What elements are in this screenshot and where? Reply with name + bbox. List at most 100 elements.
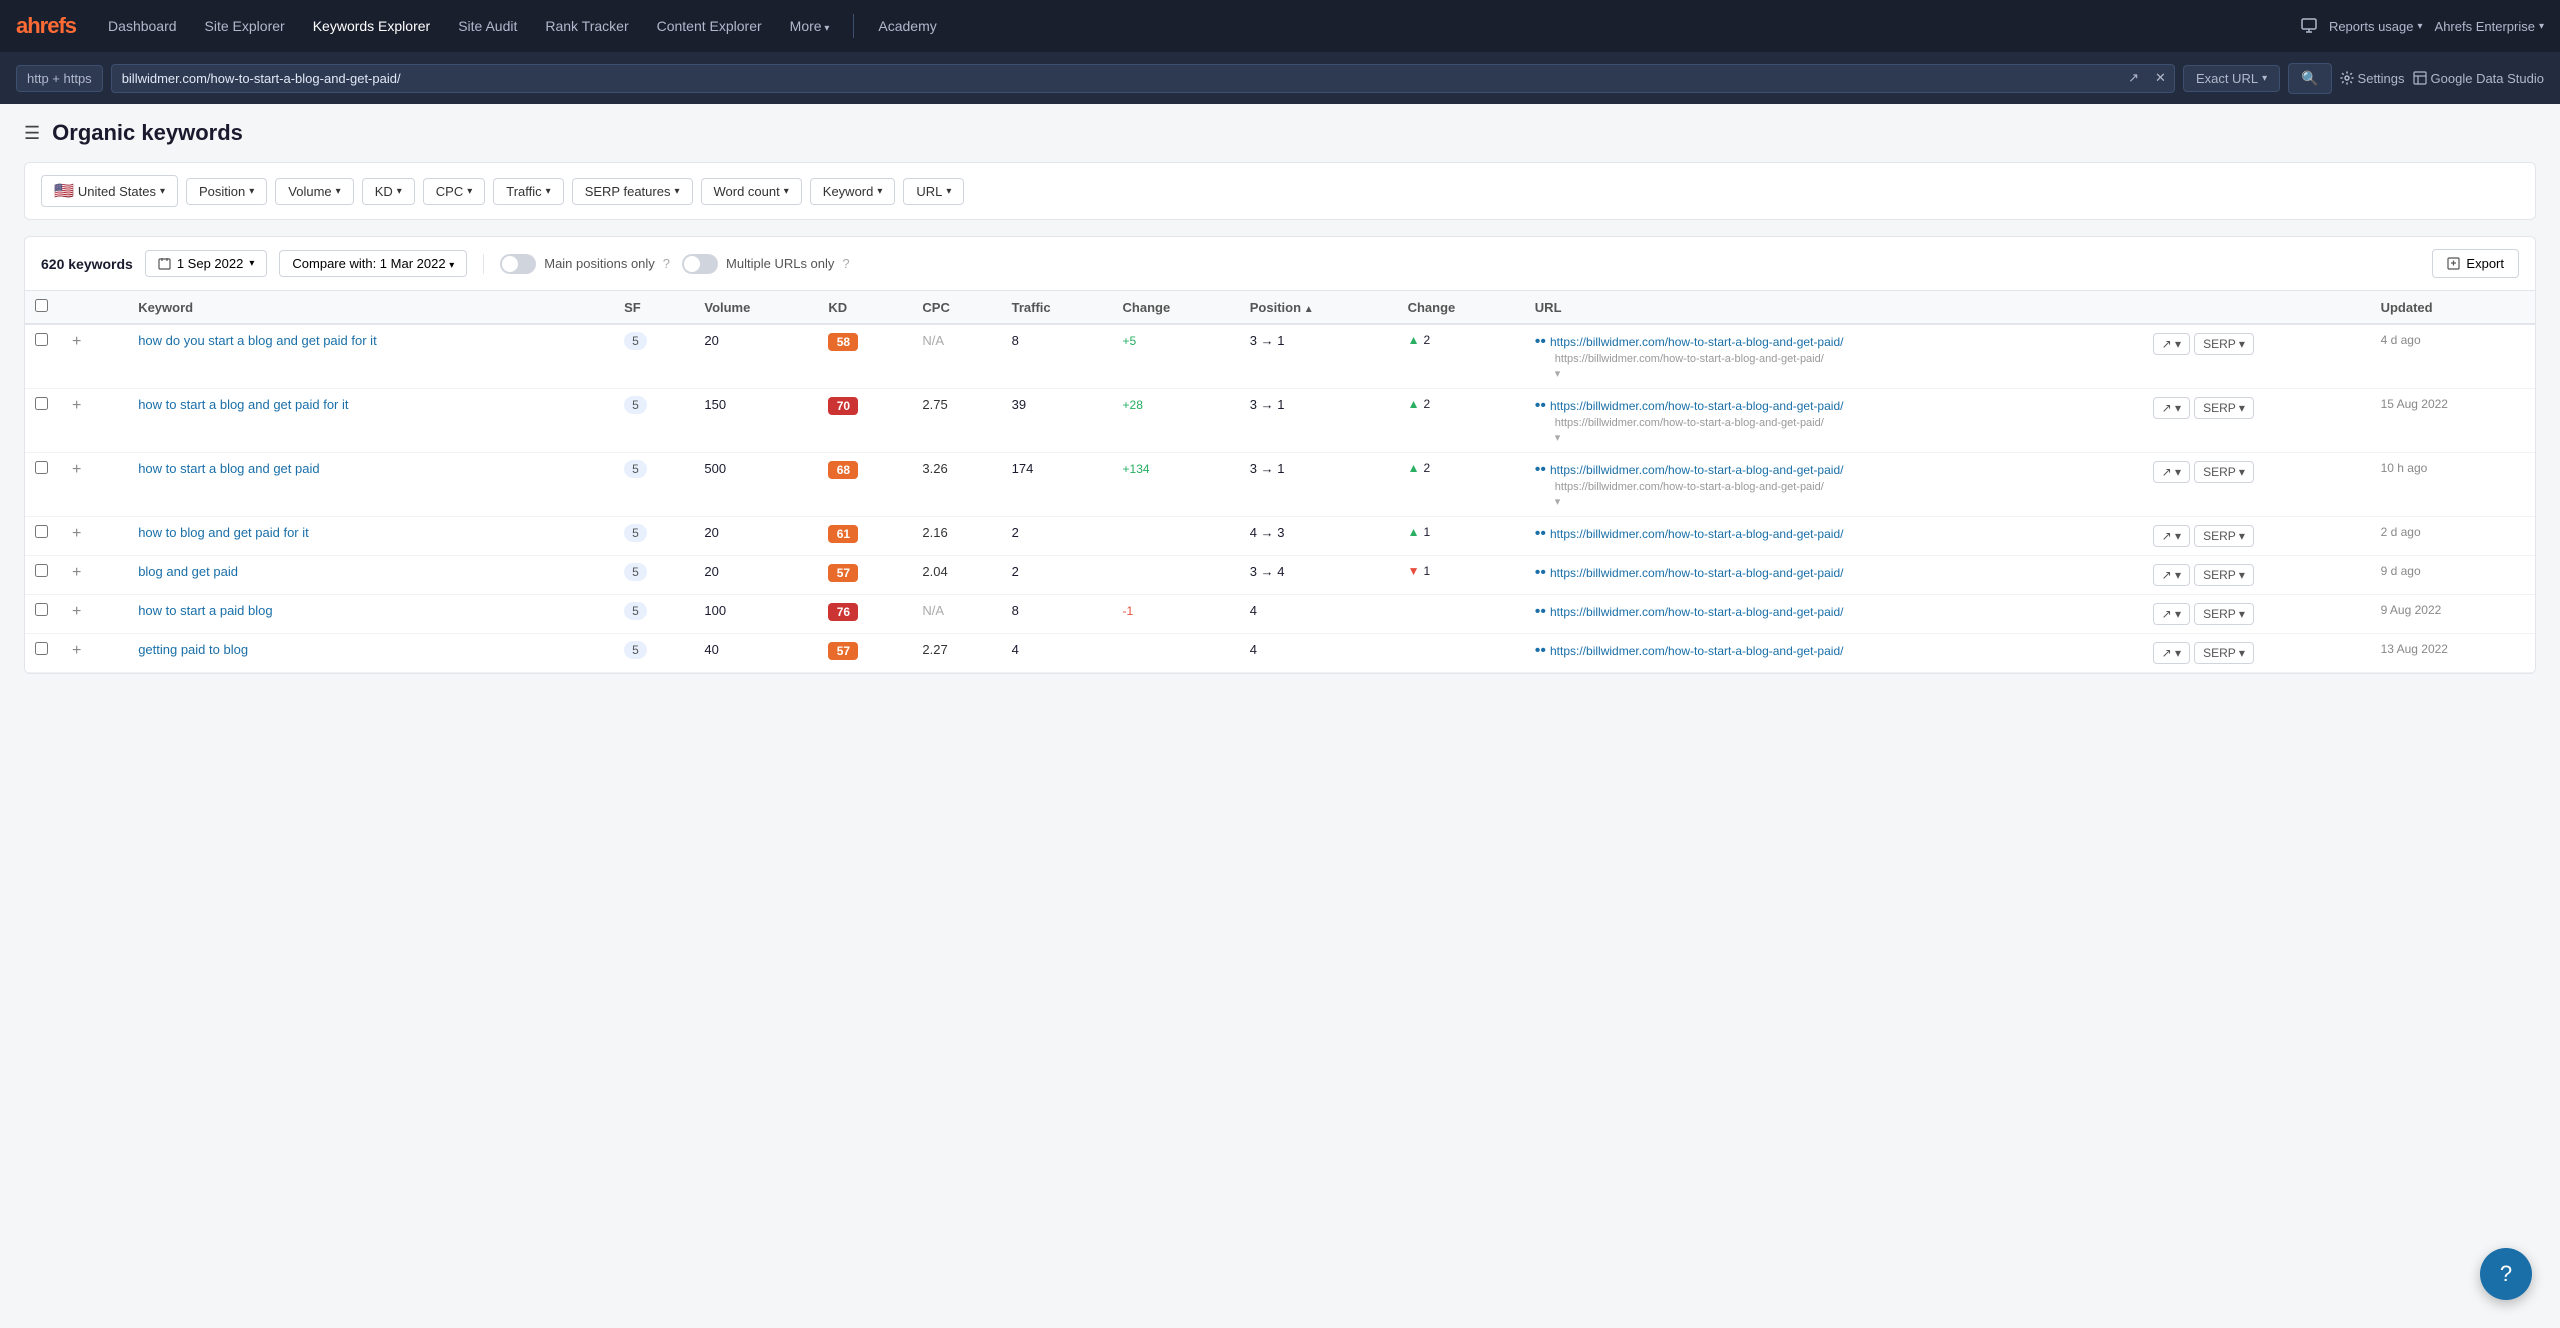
row-checkbox[interactable] <box>35 603 48 616</box>
keyword-link[interactable]: how to start a blog and get paid <box>138 461 319 476</box>
filter-traffic[interactable]: Traffic ▾ <box>493 178 563 205</box>
expand-button[interactable]: + <box>68 642 85 660</box>
col-traffic[interactable]: Traffic <box>1002 291 1113 324</box>
nav-dashboard[interactable]: Dashboard <box>96 12 189 40</box>
gds-button[interactable]: Google Data Studio <box>2413 71 2544 86</box>
monitor-icon[interactable] <box>2301 18 2317 34</box>
url-link[interactable]: https://billwidmer.com/how-to-start-a-bl… <box>1550 399 1843 413</box>
row-checkbox-cell[interactable] <box>25 453 58 517</box>
url-link[interactable]: https://billwidmer.com/how-to-start-a-bl… <box>1550 527 1843 541</box>
col-traffic-change[interactable]: Change <box>1113 291 1240 324</box>
keyword-link[interactable]: how to blog and get paid for it <box>138 525 309 540</box>
row-expand-cell[interactable]: + <box>58 324 128 389</box>
nav-more[interactable]: More <box>778 12 842 40</box>
url-mode-selector[interactable]: Exact URL ▾ <box>2183 65 2280 92</box>
row-checkbox-cell[interactable] <box>25 634 58 673</box>
date-selector[interactable]: 1 Sep 2022 ▾ <box>145 250 268 277</box>
filter-word-count[interactable]: Word count ▾ <box>701 178 802 205</box>
row-checkbox[interactable] <box>35 564 48 577</box>
url-link[interactable]: https://billwidmer.com/how-to-start-a-bl… <box>1550 335 1843 349</box>
row-checkbox-cell[interactable] <box>25 556 58 595</box>
reports-usage-btn[interactable]: Reports usage <box>2329 19 2423 34</box>
main-positions-help-icon[interactable]: ? <box>663 256 670 271</box>
nav-site-audit[interactable]: Site Audit <box>446 12 529 40</box>
enterprise-btn[interactable]: Ahrefs Enterprise <box>2435 19 2544 34</box>
nav-rank-tracker[interactable]: Rank Tracker <box>533 12 640 40</box>
serp-button[interactable]: SERP ▾ <box>2194 642 2254 664</box>
row-expand-cell[interactable]: + <box>58 595 128 634</box>
expand-button[interactable]: + <box>68 603 85 621</box>
protocol-selector[interactable]: http + https <box>16 65 103 92</box>
expand-button[interactable]: + <box>68 525 85 543</box>
filter-kd[interactable]: KD ▾ <box>362 178 415 205</box>
external-link-icon[interactable]: ↗ <box>2120 70 2147 86</box>
expand-button[interactable]: + <box>68 564 85 582</box>
dropdown-chevron-icon[interactable]: ▾ <box>1555 496 1561 508</box>
select-all-checkbox[interactable] <box>35 299 48 312</box>
row-expand-cell[interactable]: + <box>58 453 128 517</box>
main-positions-toggle[interactable] <box>500 254 536 274</box>
chart-button[interactable]: ↗ ▾ <box>2153 525 2190 547</box>
expand-button[interactable]: + <box>68 397 85 415</box>
col-position[interactable]: Position <box>1240 291 1398 324</box>
serp-button[interactable]: SERP ▾ <box>2194 564 2254 586</box>
sidebar-toggle[interactable]: ☰ <box>24 123 40 144</box>
row-checkbox-cell[interactable] <box>25 389 58 453</box>
help-fab[interactable]: ? <box>2480 1248 2532 1300</box>
filter-keyword[interactable]: Keyword ▾ <box>810 178 896 205</box>
row-checkbox[interactable] <box>35 642 48 655</box>
keyword-link[interactable]: getting paid to blog <box>138 642 248 657</box>
filter-url[interactable]: URL ▾ <box>903 178 964 205</box>
nav-keywords-explorer[interactable]: Keywords Explorer <box>301 12 443 40</box>
keyword-link[interactable]: how to start a paid blog <box>138 603 272 618</box>
col-sf[interactable]: SF <box>614 291 694 324</box>
url-link[interactable]: https://billwidmer.com/how-to-start-a-bl… <box>1550 566 1843 580</box>
col-position-change[interactable]: Change <box>1398 291 1525 324</box>
logo[interactable]: ahrefs <box>16 13 76 39</box>
keyword-link[interactable]: blog and get paid <box>138 564 238 579</box>
dropdown-chevron-icon[interactable]: ▾ <box>1555 368 1561 380</box>
chart-button[interactable]: ↗ ▾ <box>2153 397 2190 419</box>
search-button[interactable]: 🔍 <box>2288 63 2331 94</box>
nav-content-explorer[interactable]: Content Explorer <box>645 12 774 40</box>
serp-button[interactable]: SERP ▾ <box>2194 603 2254 625</box>
col-updated[interactable]: Updated <box>2371 291 2535 324</box>
url-input[interactable] <box>112 65 2120 92</box>
filter-country[interactable]: 🇺🇸 United States ▾ <box>41 175 178 207</box>
row-checkbox[interactable] <box>35 525 48 538</box>
serp-button[interactable]: SERP ▾ <box>2194 397 2254 419</box>
row-expand-cell[interactable]: + <box>58 556 128 595</box>
clear-icon[interactable]: ✕ <box>2147 70 2174 86</box>
serp-button[interactable]: SERP ▾ <box>2194 333 2254 355</box>
row-checkbox-cell[interactable] <box>25 517 58 556</box>
select-all-header[interactable] <box>25 291 58 324</box>
keyword-link[interactable]: how do you start a blog and get paid for… <box>138 333 377 348</box>
filter-cpc[interactable]: CPC ▾ <box>423 178 485 205</box>
url-link[interactable]: https://billwidmer.com/how-to-start-a-bl… <box>1550 605 1843 619</box>
row-checkbox[interactable] <box>35 397 48 410</box>
nav-site-explorer[interactable]: Site Explorer <box>193 12 297 40</box>
serp-button[interactable]: SERP ▾ <box>2194 525 2254 547</box>
col-volume[interactable]: Volume <box>694 291 818 324</box>
chart-button[interactable]: ↗ ▾ <box>2153 461 2190 483</box>
row-checkbox[interactable] <box>35 461 48 474</box>
nav-academy[interactable]: Academy <box>866 12 948 40</box>
export-button[interactable]: Export <box>2432 249 2519 278</box>
row-expand-cell[interactable]: + <box>58 517 128 556</box>
chart-button[interactable]: ↗ ▾ <box>2153 333 2190 355</box>
row-checkbox-cell[interactable] <box>25 595 58 634</box>
keyword-link[interactable]: how to start a blog and get paid for it <box>138 397 348 412</box>
expand-button[interactable]: + <box>68 461 85 479</box>
expand-button[interactable]: + <box>68 333 85 351</box>
filter-volume[interactable]: Volume ▾ <box>275 178 353 205</box>
multiple-urls-help-icon[interactable]: ? <box>842 256 849 271</box>
col-cpc[interactable]: CPC <box>912 291 1001 324</box>
compare-selector[interactable]: Compare with: 1 Mar 2022 ▾ <box>279 250 467 277</box>
col-url[interactable]: URL <box>1525 291 2143 324</box>
url-link[interactable]: https://billwidmer.com/how-to-start-a-bl… <box>1550 463 1843 477</box>
col-keyword[interactable]: Keyword <box>128 291 614 324</box>
url-link[interactable]: https://billwidmer.com/how-to-start-a-bl… <box>1550 644 1843 658</box>
filter-position[interactable]: Position ▾ <box>186 178 267 205</box>
row-checkbox[interactable] <box>35 333 48 346</box>
row-checkbox-cell[interactable] <box>25 324 58 389</box>
